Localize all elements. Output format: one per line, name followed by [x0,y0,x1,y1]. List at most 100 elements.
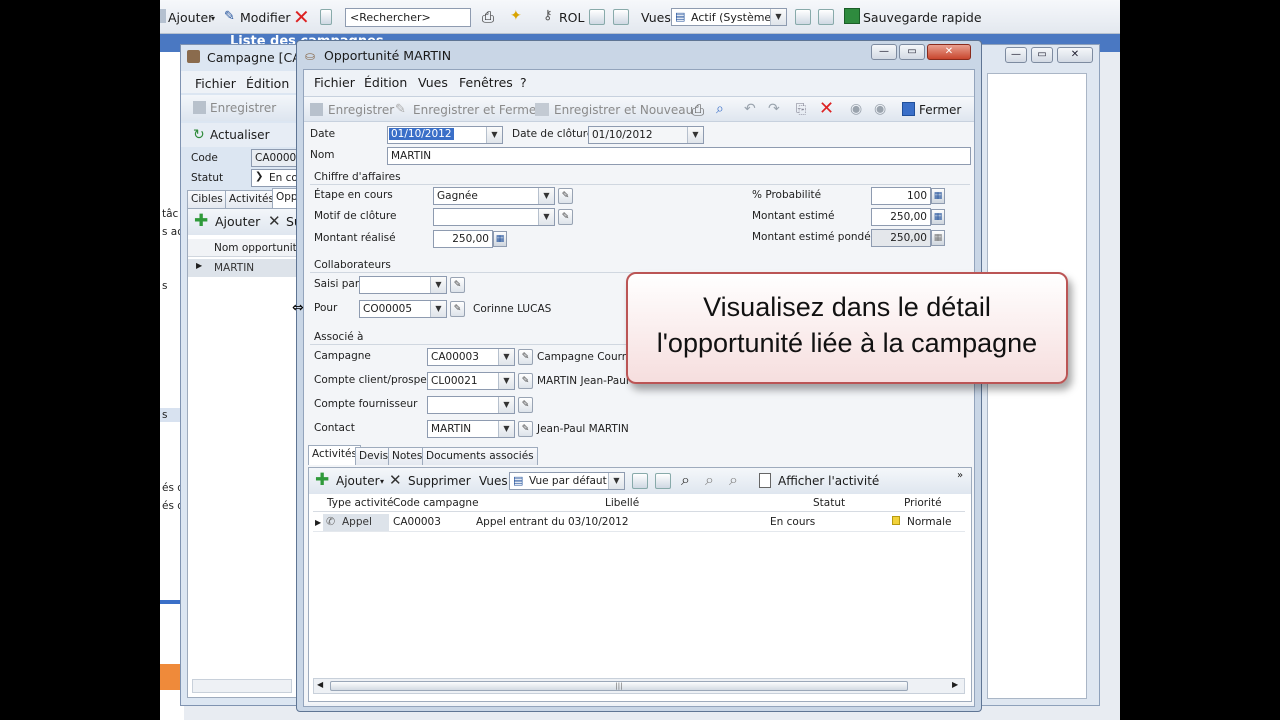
chevron-down-icon[interactable]: ▼ [430,301,446,317]
edit-pencil-icon[interactable]: ✎ [558,209,573,225]
printer-icon[interactable]: ⎙ [482,8,494,26]
chevron-down-icon[interactable]: ▼ [498,397,514,413]
zoom-in-icon[interactable]: ⌕ [705,470,714,490]
delete-icon[interactable]: ✕ [293,5,310,29]
delete-icon[interactable]: ✕ [819,98,834,119]
add-icon[interactable]: ✚ [194,211,208,231]
calculator-icon[interactable]: ▦ [931,209,945,225]
chevron-down-icon[interactable]: ▼ [687,127,703,143]
redo-icon[interactable]: ↷ [768,101,780,117]
tab-cibles[interactable]: Cibles [187,190,227,208]
chevron-down-icon[interactable]: ▼ [498,349,514,365]
edit-pencil-icon[interactable]: ✎ [450,277,465,293]
close-icon[interactable]: ✕ [1057,47,1093,63]
copy-icon[interactable] [320,9,332,25]
edit-pencil-icon[interactable]: ✎ [518,421,533,437]
layout-icon[interactable] [632,473,648,489]
horizontal-scrollbar[interactable]: ◀ ||| ▶ [313,678,965,694]
close-reason-select[interactable]: ▼ [433,208,555,226]
estimated-field[interactable]: 250,00 [871,208,931,226]
add-menu-button[interactable]: Ajouter [168,10,213,25]
maximize-icon[interactable]: ▭ [1031,47,1053,63]
save-button[interactable]: Enregistrer [328,103,394,117]
chevron-down-icon[interactable]: ▼ [770,9,786,25]
next-icon[interactable]: ◉ [874,101,886,117]
menu-help[interactable]: ? [520,75,527,90]
entered-by-select[interactable]: ▼ [359,276,447,294]
name-field[interactable]: MARTIN [387,147,971,165]
wand-icon[interactable]: ✦ [510,8,522,24]
maximize-icon[interactable]: ▭ [899,44,925,60]
chevron-down-icon[interactable]: ▼ [538,209,554,225]
activity-view-select[interactable]: ▤ Vue par défaut ▼ [509,472,625,490]
add-button[interactable]: Ajouter [215,214,260,229]
printer-icon[interactable]: ⎙ [692,101,704,119]
chevron-down-icon[interactable]: ▼ [430,277,446,293]
scroll-right-icon[interactable]: ▶ [952,680,958,689]
horizontal-scrollbar[interactable] [192,679,292,693]
show-activity-button[interactable]: Afficher l'activité [778,474,879,488]
column-header-status[interactable]: Statut [813,497,845,509]
chevron-down-icon[interactable]: ▼ [608,473,624,489]
save-new-button[interactable]: Enregistrer et Nouveau [554,103,693,117]
menu-fichier[interactable]: Fichier [314,75,355,90]
close-date-field[interactable]: 01/10/2012 ▼ [588,126,704,144]
supplier-select[interactable]: ▼ [427,396,515,414]
minimize-icon[interactable]: — [1005,47,1027,63]
grid-icon-2[interactable] [613,9,629,25]
menu-vues[interactable]: Vues [418,75,448,90]
remove-icon[interactable]: ✕ [268,212,281,230]
edit-pencil-icon[interactable]: ✎ [518,397,533,413]
chevron-down-icon[interactable]: ▼ [498,373,514,389]
calculator-icon[interactable]: ▦ [931,188,945,204]
scroll-thumb[interactable]: ||| [330,681,908,691]
add-activity-button[interactable]: Ajouter [336,474,380,488]
preview-icon[interactable]: ⌕ [716,101,724,117]
tab-documents[interactable]: Documents associés [422,447,538,465]
chevron-down-icon[interactable]: ▼ [498,421,514,437]
view-select[interactable]: ▤ Actif (Système) ▼ [671,8,787,26]
undo-icon[interactable]: ↶ [744,101,756,117]
edit-pencil-icon[interactable]: ✎ [518,349,533,365]
refresh-button[interactable]: Actualiser [210,128,270,142]
realized-field[interactable]: 250,00 [433,230,493,248]
chevron-down-icon[interactable]: ▼ [538,188,554,204]
edit-pencil-icon[interactable]: ✎ [558,188,573,204]
save-button[interactable]: Enregistrer [210,101,276,115]
column-header-label[interactable]: Libellé [605,497,639,509]
chevron-right-icon[interactable]: » [957,470,963,481]
column-header-code[interactable]: Code campagne [393,497,479,509]
search-icon[interactable]: ⌕ [681,470,690,490]
remove-activity-button[interactable]: Supprimer [408,474,471,488]
table-row[interactable]: ▶ ✆ Appel CA00003 Appel entrant du 03/10… [313,514,965,532]
layout-icon-2[interactable] [818,9,834,25]
modify-button[interactable]: Modifier [240,10,291,25]
grid-icon[interactable] [589,9,605,25]
edit-pencil-icon[interactable]: ✎ [450,301,465,317]
menu-edition[interactable]: Édition [364,75,407,90]
refresh-icon[interactable]: ↻ [193,127,205,143]
save-close-button[interactable]: Enregistrer et Fermer [413,103,541,117]
close-icon[interactable]: ✕ [927,44,971,60]
campaign-select[interactable]: CA00003 ▼ [427,348,515,366]
paste-icon[interactable]: ⎘ [796,102,806,117]
contact-select[interactable]: MARTIN ▼ [427,420,515,438]
rol-button[interactable]: ROL [559,10,585,25]
chevron-down-icon[interactable]: ▼ [486,127,502,143]
calculator-icon[interactable]: ▦ [493,231,507,247]
tab-notes[interactable]: Notes [388,447,427,465]
add-icon[interactable]: ✚ [315,470,329,490]
client-select[interactable]: CL00021 ▼ [427,372,515,390]
remove-icon[interactable]: ✕ [389,471,402,489]
tab-activites[interactable]: Activités [225,190,278,208]
layout-icon-2[interactable] [655,473,671,489]
close-button[interactable]: Fermer [919,103,961,117]
menu-fenetres[interactable]: Fenêtres [459,75,513,90]
menu-fichier[interactable]: Fichier [195,76,236,91]
date-field[interactable]: 01/10/2012 ▼ [387,126,503,144]
for-select[interactable]: CO00005 ▼ [359,300,447,318]
zoom-out-icon[interactable]: ⌕ [729,470,738,490]
tab-activites[interactable]: Activités [308,445,361,465]
stage-select[interactable]: Gagnée ▼ [433,187,555,205]
column-header-type[interactable]: Type activité [327,497,393,509]
